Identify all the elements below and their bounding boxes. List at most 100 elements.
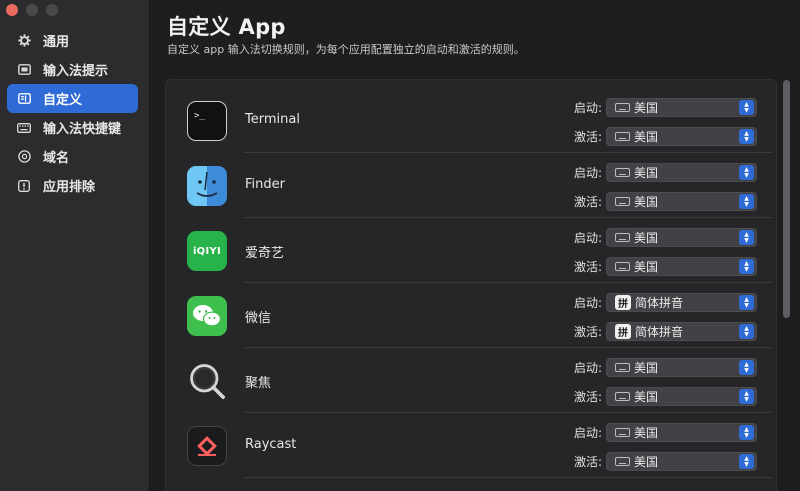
activate-input-source-select[interactable]: 拼 简体拼音 ▲ ▼: [606, 322, 757, 341]
activate-label: 激活:: [573, 195, 602, 209]
raycast-icon: [187, 426, 227, 466]
sidebar-item-label: 输入法快捷键: [43, 122, 122, 137]
launch-input-source-select[interactable]: 拼 简体拼音 ▲ ▼: [606, 293, 757, 312]
activate-rule: 激活: 美国 ▲ ▼: [562, 452, 757, 471]
launch-input-source-select[interactable]: 美国 ▲ ▼: [606, 228, 757, 247]
sidebar-item-shortcuts[interactable]: 输入法快捷键: [7, 113, 138, 142]
launch-rule: 启动: 美国 ▲ ▼: [562, 163, 757, 182]
keyboard-icon: [615, 428, 630, 437]
keyboard-icon: [16, 120, 32, 136]
selected-value: 美国: [634, 231, 659, 245]
activate-label: 激活:: [573, 455, 602, 469]
keyboard-icon: [615, 392, 630, 401]
app-name: 微信: [245, 311, 272, 326]
keyboard-icon: [615, 197, 630, 206]
finder-icon: [187, 166, 227, 206]
selected-value: 美国: [634, 260, 659, 274]
launch-input-source-select[interactable]: 美国 ▲ ▼: [606, 423, 757, 442]
app-name: 聚焦: [245, 376, 272, 391]
list-item: Finder 启动: 美国 ▲ ▼ 激活: 美国 ▲ ▼: [166, 153, 776, 218]
zoom-window-button[interactable]: [46, 4, 58, 16]
launch-label: 启动:: [573, 361, 602, 375]
pinyin-icon: 拼: [615, 324, 631, 339]
page-title: 自定义 App: [167, 15, 286, 39]
wechat-icon: [187, 296, 227, 336]
launch-input-source-select[interactable]: 美国 ▲ ▼: [606, 98, 757, 117]
scrollbar[interactable]: [783, 80, 790, 318]
sidebar-item-label: 自定义: [43, 93, 83, 108]
chevron-updown-icon: ▲ ▼: [739, 360, 754, 375]
selected-value: 简体拼音: [635, 325, 684, 339]
sidebar: 通用 输入法提示 自定义 输入法快捷键 域名 应用排除: [0, 0, 150, 491]
launch-label: 启动:: [573, 296, 602, 310]
list-item: 聚焦 启动: 美国 ▲ ▼ 激活: 美国 ▲ ▼: [166, 348, 776, 413]
selected-value: 美国: [634, 130, 659, 144]
app-name: Finder: [245, 177, 285, 192]
selected-value: 美国: [634, 101, 659, 115]
chevron-updown-icon: ▲ ▼: [739, 165, 754, 180]
activate-input-source-select[interactable]: 美国 ▲ ▼: [606, 192, 757, 211]
terminal-icon: >_: [187, 101, 227, 141]
display-icon: [16, 62, 32, 78]
pinyin-icon: 拼: [615, 295, 631, 310]
keyboard-icon: [615, 168, 630, 177]
app-name: Raycast: [245, 437, 297, 452]
activate-label: 激活:: [573, 130, 602, 144]
keyboard-icon: [615, 457, 630, 466]
sidebar-item-label: 应用排除: [43, 180, 96, 195]
launch-label: 启动:: [573, 101, 602, 115]
list-item: Raycast 启动: 美国 ▲ ▼ 激活: 美国 ▲ ▼: [166, 413, 776, 478]
gear-icon: [16, 33, 32, 49]
sidebar-item-general[interactable]: 通用: [7, 26, 138, 55]
chevron-updown-icon: ▲ ▼: [739, 425, 754, 440]
sidebar-item-exclude[interactable]: 应用排除: [7, 171, 138, 200]
list-item: >_ Terminal 启动: 美国 ▲ ▼ 激活: 美国 ▲ ▼: [166, 88, 776, 153]
exclude-icon: [16, 178, 32, 194]
launch-label: 启动:: [573, 426, 602, 440]
sidebar-item-label: 通用: [43, 35, 70, 50]
activate-input-source-select[interactable]: 美国 ▲ ▼: [606, 127, 757, 146]
selected-value: 简体拼音: [635, 296, 684, 310]
selected-value: 美国: [634, 390, 659, 404]
minimize-window-button[interactable]: [26, 4, 38, 16]
chevron-updown-icon: ▲ ▼: [739, 129, 754, 144]
chevron-updown-icon: ▲ ▼: [739, 324, 754, 339]
launch-input-source-select[interactable]: 美国 ▲ ▼: [606, 163, 757, 182]
launch-rule: 启动: 美国 ▲ ▼: [562, 358, 757, 377]
selected-value: 美国: [634, 455, 659, 469]
launch-label: 启动:: [573, 166, 602, 180]
chevron-updown-icon: ▲ ▼: [739, 194, 754, 209]
sidebar-item-domain[interactable]: 域名: [7, 142, 138, 171]
keyboard-icon: [615, 233, 630, 242]
launch-rule: 启动: 美国 ▲ ▼: [562, 423, 757, 442]
sidebar-item-label: 输入法提示: [43, 64, 109, 79]
keyboard-icon: [615, 132, 630, 141]
selected-value: 美国: [634, 426, 659, 440]
selected-value: 美国: [634, 166, 659, 180]
selected-value: 美国: [634, 361, 659, 375]
iqiyi-logo-text: iQIYI: [192, 245, 222, 257]
sidebar-item-custom[interactable]: 自定义: [7, 84, 138, 113]
app-name: Terminal: [245, 112, 300, 127]
activate-input-source-select[interactable]: 美国 ▲ ▼: [606, 452, 757, 471]
chevron-updown-icon: ▲ ▼: [739, 259, 754, 274]
launch-input-source-select[interactable]: 美国 ▲ ▼: [606, 358, 757, 377]
keyboard-icon: [615, 363, 630, 372]
sidebar-item-ime-tips[interactable]: 输入法提示: [7, 55, 138, 84]
sidebar-nav: 通用 输入法提示 自定义 输入法快捷键 域名 应用排除: [7, 26, 138, 200]
launch-rule: 启动: 美国 ▲ ▼: [562, 228, 757, 247]
iqiyi-icon: iQIYI: [187, 231, 227, 271]
activate-input-source-select[interactable]: 美国 ▲ ▼: [606, 387, 757, 406]
activate-label: 激活:: [573, 260, 602, 274]
activate-input-source-select[interactable]: 美国 ▲ ▼: [606, 257, 757, 276]
list-icon: [16, 91, 32, 107]
list-item: 微信 启动: 拼 简体拼音 ▲ ▼ 激活: 拼 简体拼音 ▲ ▼: [166, 283, 776, 348]
launch-rule: 启动: 美国 ▲ ▼: [562, 98, 757, 117]
app-rules-list: >_ Terminal 启动: 美国 ▲ ▼ 激活: 美国 ▲ ▼ Finder…: [165, 79, 777, 491]
close-window-button[interactable]: [6, 4, 18, 16]
window-controls: [6, 4, 58, 16]
activate-rule: 激活: 美国 ▲ ▼: [562, 257, 757, 276]
keyboard-icon: [615, 262, 630, 271]
page-subtitle: 自定义 app 输入法切换规则，为每个应用配置独立的启动和激活的规则。: [167, 43, 525, 56]
chevron-updown-icon: ▲ ▼: [739, 100, 754, 115]
